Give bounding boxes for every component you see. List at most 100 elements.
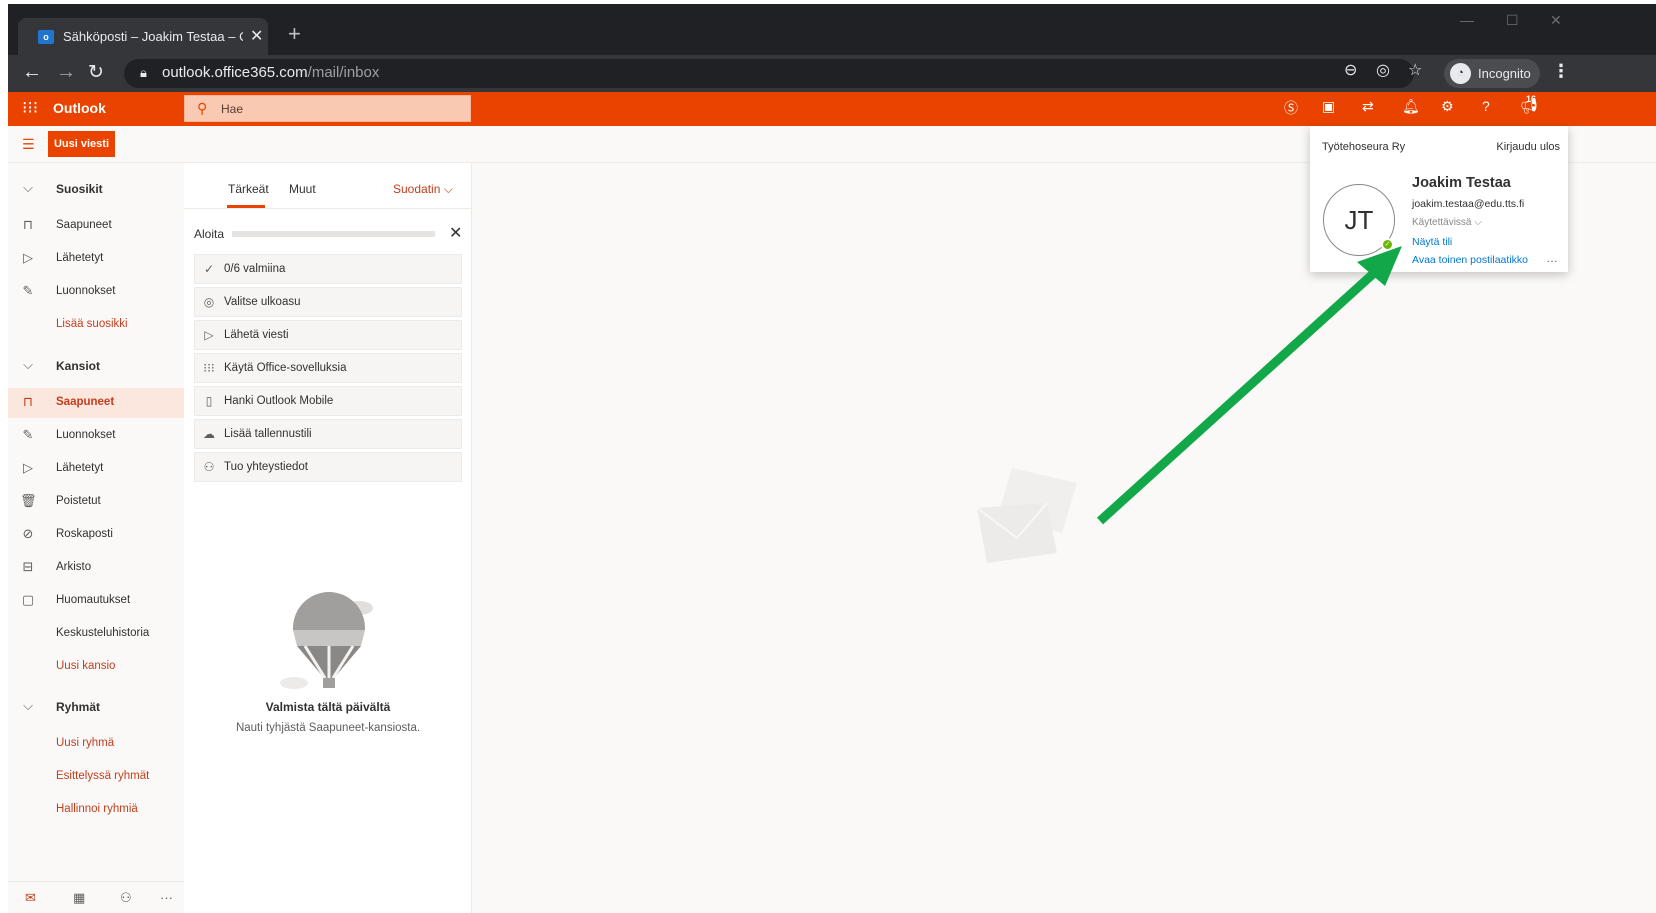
chevron-down-icon: ⌵ (23, 357, 33, 372)
notification-count-badge: 16 (1526, 94, 1537, 104)
folder-archive[interactable]: ⊟ Arkisto (8, 553, 184, 583)
cloud-icon: ☁ (203, 427, 215, 441)
tab-title: Sähköposti – Joakim Testaa – Ou (63, 29, 243, 44)
hamburger-menu-icon[interactable]: ☰ (22, 136, 35, 153)
forward-icon[interactable]: → (56, 61, 76, 84)
note-icon: ▢ (21, 592, 35, 607)
more-options-icon[interactable]: … (1546, 251, 1558, 265)
folder-pane: ⌵ Suosikit ⊓ Saapuneet ▷ Lähetetyt ✎ Luo… (8, 163, 184, 913)
send-icon: ▷ (23, 460, 33, 475)
task-choose-theme[interactable]: ◎ Valitse ulkoasu (194, 287, 462, 317)
new-tab-button[interactable]: + (288, 21, 301, 47)
phone-icon: ▯ (205, 394, 213, 408)
incognito-indicator[interactable]: ◔ Incognito (1444, 59, 1540, 88)
chevron-down-icon: ⌵ (23, 698, 33, 713)
people-icon[interactable]: ⚇ (120, 890, 132, 906)
bookmark-star-icon[interactable]: ☆ (1408, 60, 1422, 80)
search-input[interactable] (221, 100, 461, 118)
contacts-icon: ⚇ (203, 460, 215, 474)
task-send-message[interactable]: ▷ Lähetä viesti (194, 320, 462, 350)
office-icon[interactable]: ▣ (1322, 98, 1335, 115)
palette-icon: ◎ (203, 295, 215, 309)
browser-menu-icon[interactable]: ⋮ (1552, 61, 1570, 82)
inbox-icon: ⊓ (22, 394, 34, 409)
open-other-mailbox-link[interactable]: Avaa toinen postilaatikko (1412, 254, 1528, 266)
send-icon: ▷ (23, 250, 33, 265)
address-bar[interactable]: 🔒︎ outlook.office365.com/mail/inbox (124, 59, 1414, 88)
url-text: outlook.office365.com/mail/inbox (162, 64, 380, 81)
notifications-bell-icon[interactable]: 🔔︎ (1402, 98, 1420, 115)
folder-sent[interactable]: ▷ Lähetetyt (8, 454, 184, 484)
featured-groups-link[interactable]: Esittelyssä ryhmät (8, 762, 184, 792)
view-account-link[interactable]: Näytä tili (1412, 236, 1452, 248)
folder-drafts[interactable]: ✎ Luonnokset (8, 421, 184, 451)
sign-out-link[interactable]: Kirjaudu ulos (1496, 141, 1560, 153)
browser-tab-bar: o Sähköposti – Joakim Testaa – Ou ✕ + — … (8, 4, 1656, 55)
archive-icon: ⊟ (22, 559, 34, 574)
search-box[interactable]: ⚲ (184, 95, 471, 122)
folder-junk[interactable]: ⊘ Roskaposti (8, 520, 184, 550)
presence-status-dropdown[interactable]: Käytettävissä ⌵ (1412, 217, 1482, 228)
app-name[interactable]: Outlook (53, 100, 106, 116)
app-launcher-icon[interactable]: ⁝⁝⁝ (22, 98, 38, 118)
message-list: Tärkeät Muut Suodatin ⌵ Aloita ✕ ✓ 0/6 v… (184, 163, 472, 913)
checkmark-icon: ✓ (203, 262, 215, 276)
account-email: joakim.testaa@edu.tts.fi (1412, 198, 1525, 210)
new-folder-link[interactable]: Uusi kansio (8, 652, 184, 682)
tab-other[interactable]: Muut (289, 182, 316, 196)
add-favorite-link[interactable]: Lisää suosikki (8, 310, 184, 340)
task-outlook-mobile[interactable]: ▯ Hanki Outlook Mobile (194, 386, 462, 416)
pencil-icon: ✎ (22, 283, 34, 298)
maximize-icon[interactable]: ☐ (1506, 12, 1519, 29)
mail-icon[interactable]: ✉ (25, 890, 36, 906)
account-name: Joakim Testaa (1412, 175, 1511, 191)
tab-close-icon[interactable]: ✕ (250, 26, 263, 46)
reload-icon[interactable]: ↻ (88, 61, 104, 84)
manage-groups-link[interactable]: Hallinnoi ryhmiä (8, 795, 184, 825)
new-group-link[interactable]: Uusi ryhmä (8, 729, 184, 759)
folder-notes[interactable]: ▢ Huomautukset (8, 586, 184, 616)
search-icon: ⚲ (197, 100, 208, 116)
more-apps-icon[interactable]: ··· (160, 890, 173, 905)
tracking-protection-icon[interactable]: ◎ (1376, 60, 1390, 80)
zoom-icon[interactable]: ⊖ (1344, 60, 1357, 80)
organization-name: Työtehoseura Ry (1322, 141, 1406, 153)
outlook-favicon-icon: o (38, 30, 54, 44)
back-icon[interactable]: ← (22, 61, 42, 84)
skype-icon[interactable]: Ⓢ (1284, 98, 1298, 118)
folders-header[interactable]: ⌵ Kansiot (8, 351, 184, 381)
chevron-down-icon: ⌵ (23, 180, 33, 195)
help-icon[interactable]: ? (1482, 98, 1490, 114)
settings-gear-icon[interactable]: ⚙ (1441, 98, 1454, 115)
calendar-icon[interactable]: ▦ (73, 890, 85, 906)
folder-conversation-history[interactable]: Keskusteluhistoria (8, 619, 184, 649)
app-grid-icon: ⁝⁝⁝ (203, 361, 215, 375)
folder-inbox[interactable]: ⊓ Saapuneet (8, 388, 184, 418)
task-import-contacts[interactable]: ⚇ Tuo yhteystiedot (194, 452, 462, 482)
send-icon: ▷ (204, 328, 214, 342)
chevron-down-icon: ⌵ (443, 182, 453, 196)
favorite-drafts[interactable]: ✎ Luonnokset (8, 277, 184, 307)
window-close-icon[interactable]: ✕ (1550, 12, 1562, 29)
new-message-button[interactable]: Uusi viesti (48, 131, 115, 157)
task-add-storage[interactable]: ☁ Lisää tallennustili (194, 419, 462, 449)
filter-label: Suodatin (393, 182, 441, 196)
minimize-icon[interactable]: — (1460, 12, 1474, 28)
groups-header[interactable]: ⌵ Ryhmät (8, 692, 184, 722)
task-office-apps[interactable]: ⁝⁝⁝ Käytä Office-sovelluksia (194, 353, 462, 383)
favorites-header[interactable]: ⌵ Suosikit (8, 174, 184, 204)
presence-available-icon: ✓ (1381, 238, 1394, 251)
tab-focused[interactable]: Tärkeät (228, 182, 269, 196)
close-icon[interactable]: ✕ (449, 223, 462, 243)
favorite-inbox[interactable]: ⊓ Saapuneet (8, 211, 184, 241)
favorite-sent[interactable]: ▷ Lähetetyt (8, 244, 184, 274)
my-day-icon[interactable]: ⇄ (1362, 98, 1374, 115)
presence-status-label: Käytettävissä (1412, 217, 1472, 228)
filter-button[interactable]: Suodatin ⌵ (393, 182, 453, 197)
account-manager-popup: Työtehoseura Ry Kirjaudu ulos JT ✓ Joaki… (1310, 126, 1568, 272)
browser-toolbar: ← → ↻ 🔒︎ outlook.office365.com/mail/inbo… (8, 55, 1656, 92)
browser-tab[interactable]: o Sähköposti – Joakim Testaa – Ou ✕ (18, 18, 268, 55)
outlook-header: ⁝⁝⁝ Outlook ⚲ Ⓢ ▣ ⇄ 🔔︎ ⚙ ? 📢︎ 16 (8, 92, 1656, 126)
folder-deleted[interactable]: 🗑︎ Poistetut (8, 487, 184, 517)
pencil-icon: ✎ (22, 427, 34, 442)
